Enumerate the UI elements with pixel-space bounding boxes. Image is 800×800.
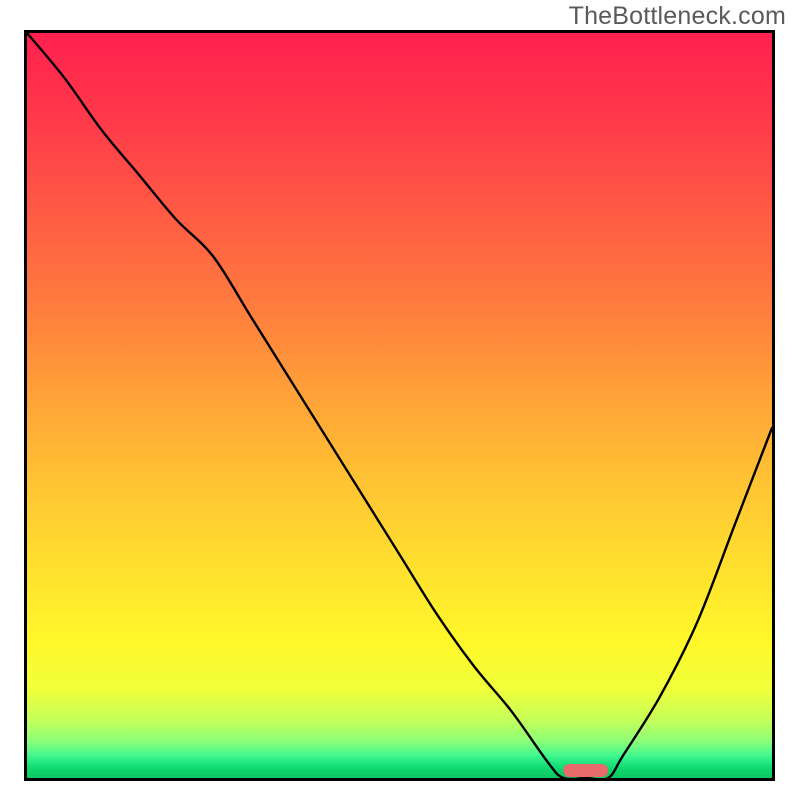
plot-area: [24, 30, 775, 781]
curve-layer: [27, 33, 772, 778]
watermark-text: TheBottleneck.com: [569, 2, 786, 31]
bottleneck-curve: [27, 33, 772, 778]
chart-stage: TheBottleneck.com: [0, 0, 800, 800]
optimal-range-marker: [563, 764, 608, 777]
